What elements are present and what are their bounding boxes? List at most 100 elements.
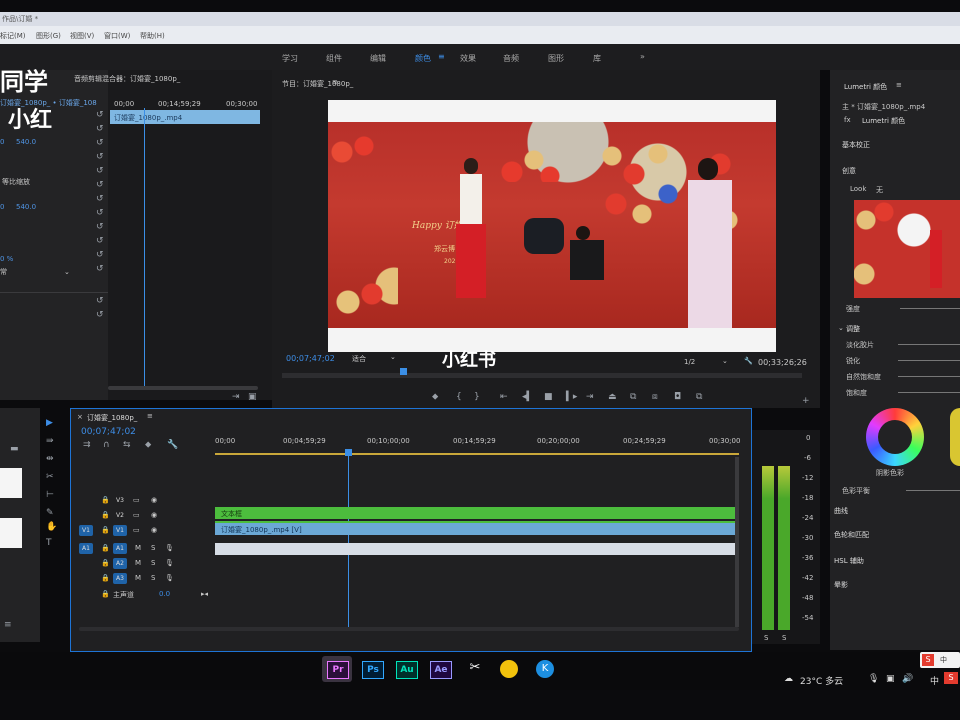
go-to-out-icon[interactable]: ⇥ xyxy=(586,392,594,402)
value-field[interactable]: 540.0 xyxy=(16,138,36,146)
marker-icon[interactable]: ⬥ xyxy=(145,440,151,450)
film-icon[interactable]: ▭ xyxy=(133,526,140,534)
source-patch[interactable]: A1 xyxy=(79,543,93,554)
track-name[interactable]: A3 xyxy=(113,573,127,584)
track-name[interactable]: V1 xyxy=(113,525,127,536)
reset-icon[interactable]: ↺ xyxy=(96,208,104,218)
solo-button[interactable]: S xyxy=(151,559,155,567)
solo-right-button[interactable]: S xyxy=(782,634,786,642)
chevron-down-icon[interactable]: ⌄ xyxy=(722,357,728,365)
menu-icon[interactable]: ≡ xyxy=(896,81,902,89)
menu-icon[interactable]: ≡ xyxy=(332,78,338,86)
menu-item-window[interactable]: 窗口(W) xyxy=(104,31,130,41)
microphone-icon[interactable]: 🎙 xyxy=(165,544,174,552)
workspace-learn[interactable]: 学习 xyxy=(282,53,298,64)
section-curves[interactable]: 曲线 xyxy=(834,506,848,516)
mute-button[interactable]: M xyxy=(135,544,141,552)
program-timecode[interactable]: 00;07;47;02 xyxy=(286,354,335,363)
lock-icon[interactable]: 🔒 xyxy=(101,526,110,534)
hand-tool-icon[interactable]: ✋ xyxy=(46,522,57,532)
multi-view-icon[interactable]: ⧉ xyxy=(696,392,702,402)
work-area-bar[interactable] xyxy=(215,453,739,455)
ime-indicator[interactable]: 中 xyxy=(930,674,939,687)
lock-icon[interactable]: 🔒 xyxy=(101,544,110,552)
workspace-audio[interactable]: 音频 xyxy=(503,53,519,64)
fade-slider[interactable] xyxy=(898,344,960,345)
monitor-title[interactable]: 节目：订婚宴_1080p_ xyxy=(282,79,353,89)
workspace-menu-icon[interactable]: ≡ xyxy=(438,52,445,61)
lumetri-tab[interactable]: Lumetri 颜色 xyxy=(844,82,887,92)
source-clip[interactable]: 主 * 订婚宴_1080p_.mp4 xyxy=(842,102,925,112)
scrollbar[interactable] xyxy=(108,386,258,390)
razor-tool-icon[interactable]: ✂ xyxy=(46,472,54,482)
solo-button[interactable]: S xyxy=(151,544,155,552)
highlight-tint-wheel[interactable] xyxy=(950,408,960,466)
step-back-icon[interactable]: ◂▍ xyxy=(522,392,533,402)
marker-icon[interactable]: ⬥ xyxy=(432,392,438,402)
after-effects-icon[interactable]: Ae xyxy=(430,661,452,679)
taskbar-app-premiere[interactable]: Pr xyxy=(322,656,352,682)
mute-button[interactable]: M xyxy=(135,574,141,582)
thumbnail[interactable] xyxy=(0,468,22,498)
reset-icon[interactable]: ↺ xyxy=(96,152,104,162)
film-icon[interactable]: ▭ xyxy=(133,496,140,504)
camera-icon[interactable]: ◘ xyxy=(674,392,681,402)
save-icon[interactable]: ▣ xyxy=(248,392,257,402)
vertical-scrollbar[interactable] xyxy=(735,457,739,627)
track-name[interactable]: A2 xyxy=(113,558,127,569)
color-balance-slider[interactable] xyxy=(906,490,960,491)
reset-icon[interactable]: ↺ xyxy=(96,264,104,274)
microphone-icon[interactable]: 🎙 xyxy=(868,674,879,684)
clip-audio[interactable] xyxy=(215,543,737,555)
workspace-edit[interactable]: 编辑 xyxy=(370,53,386,64)
mark-in-icon[interactable]: { xyxy=(456,392,462,402)
eye-icon[interactable]: ◉ xyxy=(151,526,157,534)
solo-left-button[interactable]: S xyxy=(764,634,768,642)
track-name[interactable]: V3 xyxy=(113,495,127,506)
menu-item-graphics[interactable]: 图形(G) xyxy=(36,31,61,41)
look-preview[interactable] xyxy=(854,200,960,298)
workspace-effects[interactable]: 效果 xyxy=(460,53,476,64)
clip-video[interactable]: 订婚宴_1080p_.mp4 [V] xyxy=(215,523,737,535)
track-select-icon[interactable]: ⇛ xyxy=(46,436,54,446)
timeline-timecode[interactable]: 00;07;47;02 xyxy=(81,427,136,437)
reset-icon[interactable]: ↺ xyxy=(96,124,104,134)
adjust-section[interactable]: 调整 xyxy=(846,324,860,334)
video-frame[interactable]: Happy 订婚 郑云博 202 xyxy=(328,100,776,352)
workspace-libraries[interactable]: 库 xyxy=(593,53,601,64)
section-color-wheels[interactable]: 色轮和匹配 xyxy=(834,530,869,540)
opacity-percent[interactable]: 0 % xyxy=(0,255,13,263)
player-icon[interactable] xyxy=(500,660,518,678)
photoshop-icon[interactable]: Ps xyxy=(362,661,384,679)
value-field[interactable]: 540.0 xyxy=(16,203,36,211)
reset-icon[interactable]: ↺ xyxy=(96,180,104,190)
menu-icon[interactable]: ≡ xyxy=(4,620,12,630)
time-ruler[interactable]: 00;00 00;04;59;29 00;10;00;00 00;14;59;2… xyxy=(215,437,740,457)
chevron-down-icon[interactable]: ⌄ xyxy=(838,324,844,332)
volume-icon[interactable]: 🔊 xyxy=(902,674,913,684)
add-button-icon[interactable]: + xyxy=(802,396,810,406)
shadow-tint-wheel[interactable] xyxy=(866,408,924,466)
section-vignette[interactable]: 晕影 xyxy=(834,580,848,590)
saturation-slider[interactable] xyxy=(898,392,960,393)
menu-icon[interactable]: ≡ xyxy=(147,412,153,420)
lock-icon[interactable]: 🔒 xyxy=(101,590,110,598)
chevron-down-icon[interactable]: ⌄ xyxy=(390,353,396,361)
reset-icon[interactable]: ↺ xyxy=(96,236,104,246)
chevron-down-icon[interactable]: ⌄ xyxy=(64,268,70,276)
compare-icon[interactable]: ⧈ xyxy=(652,392,658,402)
microphone-icon[interactable]: 🎙 xyxy=(165,559,174,567)
ripple-edit-icon[interactable]: ⇹ xyxy=(46,454,54,464)
reset-icon[interactable]: ↺ xyxy=(96,296,104,306)
intensity-slider[interactable] xyxy=(900,308,960,309)
master-volume[interactable]: 0.0 xyxy=(159,590,170,598)
eye-icon[interactable]: ◉ xyxy=(151,511,157,519)
mark-out-icon[interactable]: } xyxy=(474,392,480,402)
reset-icon[interactable]: ↺ xyxy=(96,110,104,120)
blend-mode-dropdown[interactable]: 常 xyxy=(0,267,7,277)
workspace-assembly[interactable]: 组件 xyxy=(326,53,342,64)
go-to-end-icon[interactable]: ▸◂ xyxy=(201,590,208,598)
solo-button[interactable]: S xyxy=(151,574,155,582)
menu-item-help[interactable]: 帮助(H) xyxy=(140,31,165,41)
horizontal-scrollbar[interactable] xyxy=(79,627,739,631)
